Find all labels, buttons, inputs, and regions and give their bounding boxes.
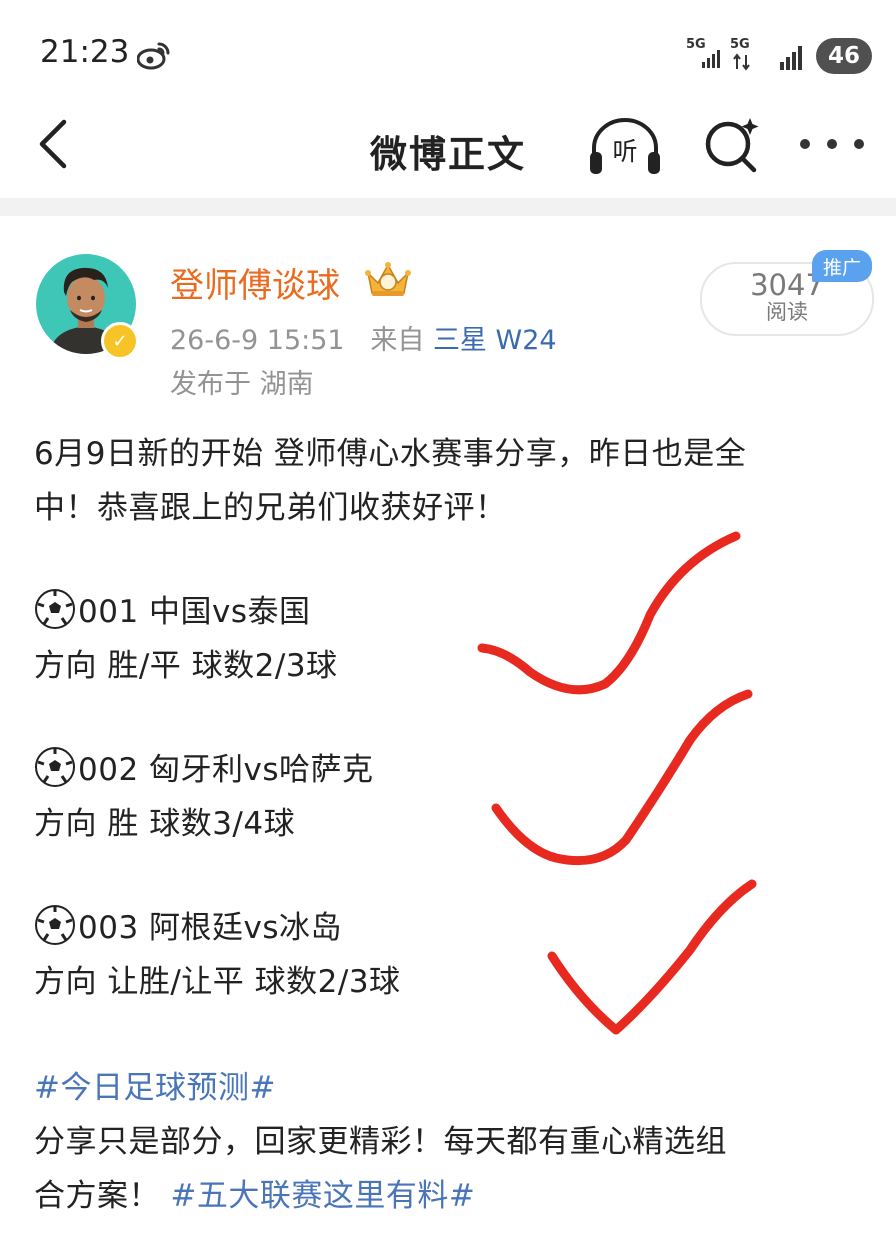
listen-headphones-icon[interactable]: 听 bbox=[586, 114, 664, 178]
more-options-icon[interactable] bbox=[800, 120, 864, 168]
soccer-ball-icon bbox=[35, 589, 75, 629]
match-2-detail: 方向 胜 球数3/4球 bbox=[34, 806, 296, 842]
hashtag-link[interactable]: #今日足球预测# bbox=[34, 1062, 276, 1107]
hashtag-link[interactable]: #五大联赛这里有料# bbox=[170, 1178, 475, 1214]
post-meta: 26-6-9 15:51 来自 三星 W24 bbox=[170, 318, 557, 357]
weibo-logo-icon bbox=[137, 42, 170, 70]
checkmark-1 bbox=[477, 531, 741, 695]
status-time: 21:23 bbox=[40, 34, 130, 70]
match-3-detail: 方向 让胜/让平 球数2/3球 bbox=[34, 964, 401, 1000]
post-text-line: 分享只是部分，回家更精彩！每天都有重心精选组 bbox=[34, 1124, 727, 1160]
post-text-line: 6月9日新的开始 登师傅心水赛事分享，昨日也是全 bbox=[34, 436, 747, 472]
checkmark-2 bbox=[491, 689, 753, 866]
match-1-detail: 方向 胜/平 球数2/3球 bbox=[34, 648, 338, 684]
match-3-title: 003 阿根廷vs冰岛 bbox=[34, 902, 342, 947]
match-1-title: 001 中国vs泰国 bbox=[34, 586, 311, 631]
source-prefix: 来自 bbox=[370, 325, 425, 356]
network-5g-icon: 5G bbox=[730, 38, 764, 74]
post-text-line: 合方案！ #五大联赛这里有料# bbox=[34, 1178, 476, 1214]
post-source-link[interactable]: 三星 W24 bbox=[433, 325, 557, 356]
listen-label: 听 bbox=[612, 137, 637, 166]
soccer-ball-icon bbox=[35, 747, 75, 787]
nav-bar: 微博正文 听 bbox=[0, 100, 896, 198]
section-divider bbox=[0, 198, 896, 216]
battery-indicator: 46 bbox=[816, 38, 872, 74]
status-bar: 21:23 5G 5G 46 bbox=[0, 0, 896, 100]
soccer-ball-icon bbox=[35, 905, 75, 945]
checkmark-3 bbox=[547, 879, 757, 1035]
search-icon[interactable] bbox=[702, 114, 762, 174]
network-5g-icon: 5G bbox=[686, 38, 720, 74]
post-text-line: 中！恭喜跟上的兄弟们收获好评！ bbox=[34, 490, 507, 526]
match-2-title: 002 匈牙利vs哈萨克 bbox=[34, 744, 374, 789]
post-location: 发布于 湖南 bbox=[170, 369, 314, 400]
verified-badge-icon: ✓ bbox=[101, 322, 139, 360]
read-count-label: 阅读 bbox=[766, 300, 808, 324]
crown-badge-icon[interactable] bbox=[364, 261, 412, 299]
post-timestamp: 26-6-9 15:51 bbox=[170, 325, 345, 356]
signal-strength-icon bbox=[780, 42, 802, 70]
promo-badge: 推广 bbox=[812, 250, 872, 282]
author-name[interactable]: 登师傅谈球 bbox=[170, 258, 340, 307]
